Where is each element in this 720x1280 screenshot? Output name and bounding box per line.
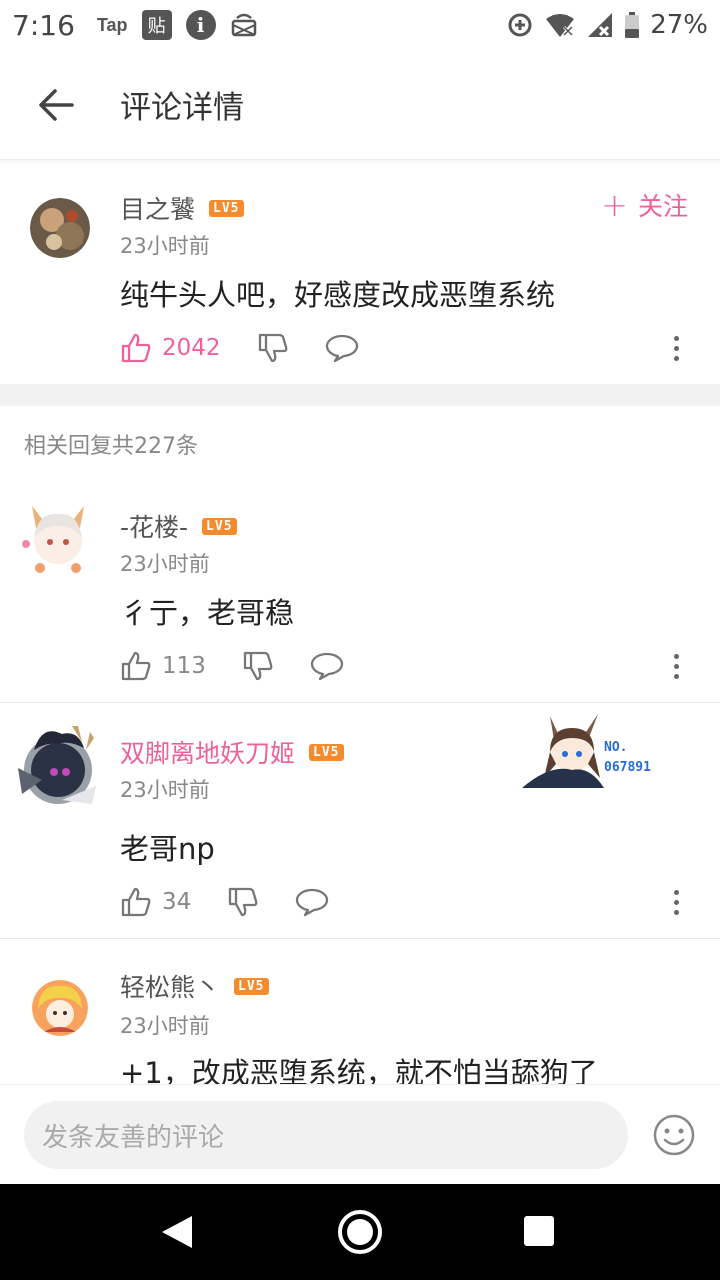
comment-time: 23小时前 bbox=[120, 552, 210, 576]
comment-time: 23小时前 bbox=[120, 778, 210, 802]
nav-back-button[interactable] bbox=[160, 1214, 194, 1254]
dislike-button[interactable] bbox=[242, 650, 274, 682]
divider bbox=[0, 938, 720, 939]
signal-icon bbox=[586, 11, 614, 39]
divider bbox=[0, 702, 720, 703]
username[interactable]: 双脚离地妖刀姬 LV5 bbox=[120, 734, 344, 770]
comment-text: 老哥np bbox=[120, 832, 215, 866]
thumbs-up-icon bbox=[121, 887, 151, 917]
comment-text: 彳亍，老哥稳 bbox=[120, 596, 295, 630]
chat-bubble-icon bbox=[310, 652, 344, 681]
triangle-back-icon bbox=[162, 1216, 192, 1248]
back-arrow-icon bbox=[39, 88, 74, 121]
chat-bubble-icon bbox=[325, 334, 358, 363]
dislike-button[interactable] bbox=[257, 332, 289, 364]
plus-icon: + bbox=[601, 186, 628, 224]
comment-actions: 113 bbox=[120, 650, 344, 682]
wifi-icon bbox=[544, 11, 576, 39]
avatar[interactable] bbox=[30, 198, 90, 258]
level-badge: LV5 bbox=[209, 199, 244, 217]
system-nav-bar bbox=[0, 1184, 720, 1280]
smiley-icon bbox=[653, 1114, 695, 1156]
emoji-button[interactable] bbox=[652, 1113, 696, 1157]
comment-input-bar: 发条友善的评论 bbox=[0, 1084, 720, 1184]
avatar[interactable] bbox=[32, 980, 88, 1036]
comment-time: 23小时前 bbox=[120, 234, 210, 258]
more-options-button[interactable] bbox=[666, 336, 686, 361]
back-button[interactable] bbox=[28, 77, 84, 133]
level-badge: LV5 bbox=[234, 977, 269, 995]
level-badge: LV5 bbox=[202, 517, 237, 535]
chat-bubble-icon bbox=[296, 888, 329, 917]
thumbs-up-icon bbox=[121, 651, 151, 681]
like-count: 2042 bbox=[162, 335, 221, 361]
tieba-icon: 贴 bbox=[141, 10, 172, 40]
thumbs-down-icon bbox=[258, 333, 287, 363]
username-text: -花楼- bbox=[120, 513, 189, 542]
thumbs-down-icon bbox=[229, 887, 258, 917]
avatar[interactable] bbox=[18, 498, 98, 578]
comment-time: 23小时前 bbox=[120, 1014, 210, 1038]
comment-text: 纯牛头人吧，好感度改成恶堕系统 bbox=[120, 278, 556, 312]
replies-count-title: 相关回复共227条 bbox=[24, 434, 198, 459]
level-badge: LV5 bbox=[309, 743, 344, 761]
info-icon: i bbox=[185, 10, 216, 40]
badge-number: NO. 067891 bbox=[604, 740, 651, 775]
reply-button[interactable] bbox=[325, 333, 359, 363]
more-options-button[interactable] bbox=[666, 890, 686, 915]
follow-label: 关注 bbox=[637, 192, 688, 221]
username-text: 轻松熊丶 bbox=[120, 973, 221, 1002]
dislike-button[interactable] bbox=[227, 886, 259, 918]
comment-actions: 2042 bbox=[120, 332, 359, 364]
data-saver-icon bbox=[506, 11, 534, 39]
status-time: 7:16 bbox=[12, 8, 75, 42]
nav-recents-button[interactable] bbox=[524, 1216, 554, 1246]
username[interactable]: -花楼- LV5 bbox=[120, 508, 237, 544]
username-text: 目之饕 bbox=[120, 195, 196, 224]
reply-button[interactable] bbox=[310, 651, 344, 681]
avatar[interactable] bbox=[12, 720, 100, 812]
like-button[interactable]: 34 bbox=[120, 886, 191, 918]
like-button[interactable]: 2042 bbox=[120, 332, 221, 364]
tap-app-icon: Tap bbox=[96, 14, 128, 35]
like-button[interactable]: 113 bbox=[120, 650, 206, 682]
username-text: 双脚离地妖刀姬 bbox=[120, 739, 296, 768]
thumbs-up-icon bbox=[121, 333, 151, 363]
reply-button[interactable] bbox=[295, 887, 329, 917]
thumbs-down-icon bbox=[243, 651, 273, 681]
username[interactable]: 轻松熊丶 LV5 bbox=[120, 968, 269, 1004]
status-bar: 7:16 Tap 贴 i 27% bbox=[0, 0, 720, 50]
character-badge-icon bbox=[522, 714, 604, 788]
page-title: 评论详情 bbox=[120, 90, 244, 126]
nav-home-button[interactable] bbox=[336, 1208, 384, 1260]
battery-icon bbox=[624, 11, 640, 39]
circle-home-icon bbox=[338, 1210, 382, 1254]
battery-percent: 27% bbox=[650, 10, 708, 40]
cast-icon bbox=[230, 11, 258, 39]
app-header: 评论详情 bbox=[0, 50, 720, 160]
like-count: 34 bbox=[162, 889, 192, 915]
username[interactable]: 目之饕 LV5 bbox=[120, 190, 244, 226]
like-count: 113 bbox=[162, 653, 206, 679]
comment-actions: 34 bbox=[120, 886, 329, 918]
comment-input[interactable]: 发条友善的评论 bbox=[24, 1101, 628, 1169]
more-options-button[interactable] bbox=[666, 654, 686, 679]
follow-button[interactable]: + 关注 bbox=[601, 186, 688, 224]
fan-badge-card[interactable]: NO. 067891 bbox=[520, 712, 680, 792]
section-separator bbox=[0, 384, 720, 406]
